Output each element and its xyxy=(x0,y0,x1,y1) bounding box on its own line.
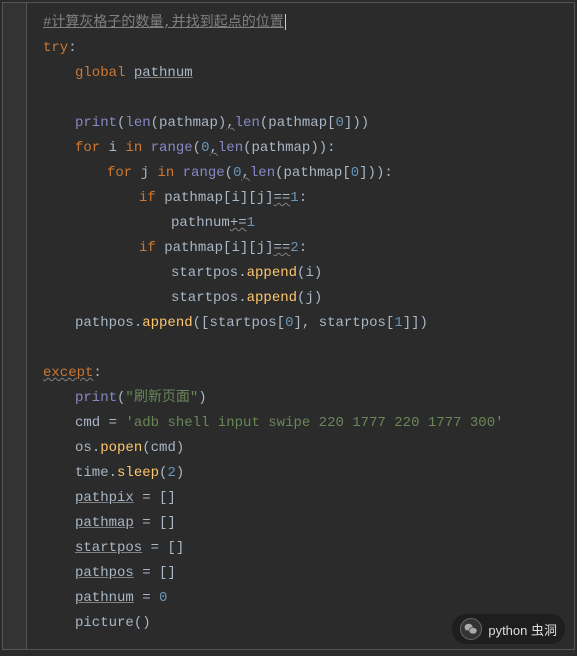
code-line: global pathnum xyxy=(3,61,574,86)
watermark: python 虫洞 xyxy=(452,614,565,644)
code-line: pathnum+=1 xyxy=(3,211,574,236)
code-line: startpos = [] xyxy=(3,536,574,561)
code-line: os.popen(cmd) xyxy=(3,436,574,461)
code-line xyxy=(3,336,574,361)
code-line: #计算灰格子的数量,并找到起点的位置 xyxy=(3,11,574,36)
code-line: print("刷新页面") xyxy=(3,386,574,411)
code-line: pathmap = [] xyxy=(3,511,574,536)
code-line: for i in range(0,len(pathmap)): xyxy=(3,136,574,161)
code-line xyxy=(3,86,574,111)
code-line: pathpos = [] xyxy=(3,561,574,586)
text-cursor xyxy=(285,14,286,30)
code-line: pathpix = [] xyxy=(3,486,574,511)
code-line: if pathmap[i][j]==2: xyxy=(3,236,574,261)
code-line: startpos.append(j) xyxy=(3,286,574,311)
code-line: pathnum = 0 xyxy=(3,586,574,611)
gutter xyxy=(3,3,27,649)
code-line: except: xyxy=(3,361,574,386)
code-line: try: xyxy=(3,36,574,61)
code-editor[interactable]: #计算灰格子的数量,并找到起点的位置 try: global pathnum p… xyxy=(2,2,575,650)
code-line: print(len(pathmap),len(pathmap[0])) xyxy=(3,111,574,136)
code-line: startpos.append(i) xyxy=(3,261,574,286)
watermark-text: python 虫洞 xyxy=(488,620,557,639)
code-line: time.sleep(2) xyxy=(3,461,574,486)
code-line: for j in range(0,len(pathmap[0])): xyxy=(3,161,574,186)
comment-text: #计算灰格子的数量,并找到起点的位置 xyxy=(43,15,284,31)
wechat-icon xyxy=(460,618,482,640)
code-line: pathpos.append([startpos[0], startpos[1]… xyxy=(3,311,574,336)
code-line: cmd = 'adb shell input swipe 220 1777 22… xyxy=(3,411,574,436)
code-line: if pathmap[i][j]==1: xyxy=(3,186,574,211)
